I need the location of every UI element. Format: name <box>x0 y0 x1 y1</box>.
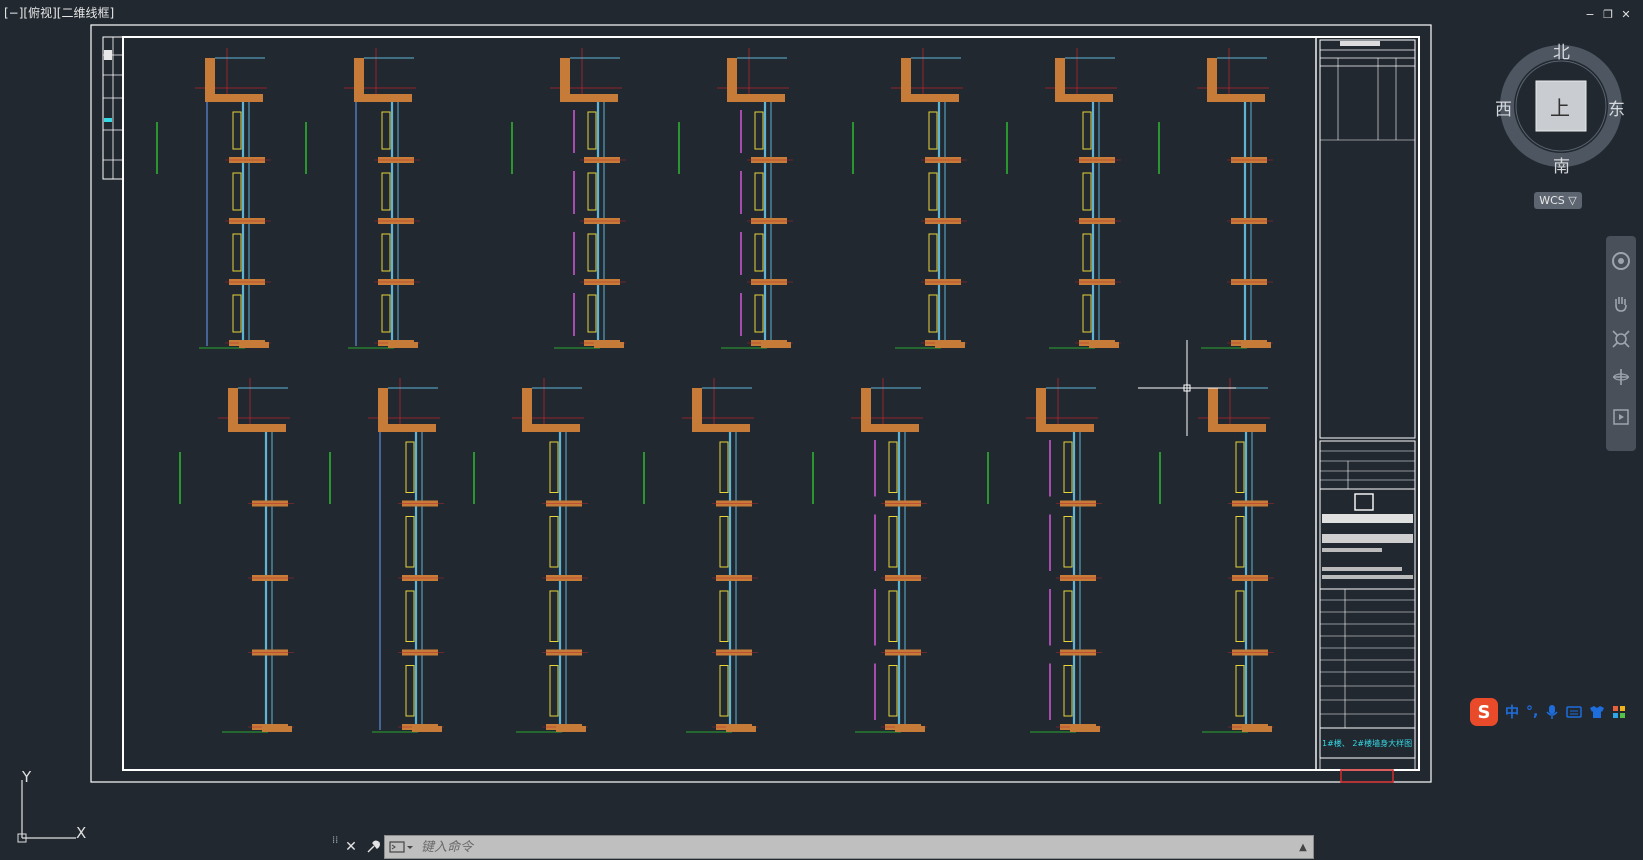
compass-west[interactable]: 西 <box>1495 95 1512 120</box>
crosshair-cursor <box>1138 340 1236 436</box>
sogou-logo-icon[interactable]: S <box>1470 698 1498 726</box>
detail-sections <box>156 48 1274 733</box>
navigation-bar <box>1606 236 1636 451</box>
ime-punctuation-toggle[interactable]: °, <box>1526 704 1538 720</box>
ucs-y-label: Y <box>22 768 32 786</box>
wcs-menu-button[interactable]: WCS ▽ <box>1534 192 1582 209</box>
microphone-icon[interactable] <box>1545 704 1559 720</box>
pan-hand-icon[interactable] <box>1610 292 1632 314</box>
ime-toolbar: S 中 °, <box>1470 696 1640 728</box>
customize-wrench-icon[interactable] <box>362 835 384 859</box>
selection-rectangle <box>1340 769 1394 783</box>
left-revision-strip <box>102 36 124 180</box>
command-history-toggle-icon[interactable]: ▲ <box>1293 837 1313 857</box>
command-line: ⁞⁞ ✕ ▲ <box>332 834 1314 860</box>
drawing-name: 1#楼、 2#楼墙身大样图 <box>1322 738 1412 748</box>
ucs-x-label: X <box>76 824 87 842</box>
compass-north[interactable]: 北 <box>1553 38 1570 63</box>
zoom-extents-icon[interactable] <box>1610 328 1632 350</box>
ime-mode-toggle[interactable]: 中 <box>1505 702 1519 722</box>
recent-commands-icon[interactable] <box>385 837 419 857</box>
toolbox-grid-icon[interactable] <box>1612 705 1626 719</box>
viewcube-face-top[interactable]: 上 <box>1550 92 1570 121</box>
showmotion-icon[interactable] <box>1610 406 1632 428</box>
drawing-canvas[interactable]: 1#楼、 2#楼墙身大样图 <box>0 0 1643 860</box>
compass-south[interactable]: 南 <box>1553 152 1570 177</box>
compass-east[interactable]: 东 <box>1608 95 1625 120</box>
command-input[interactable] <box>419 836 1293 858</box>
title-block: 1#楼、 2#楼墙身大样图 <box>1315 36 1420 771</box>
command-line-close-icon[interactable]: ✕ <box>340 835 362 859</box>
skin-shirt-icon[interactable] <box>1589 705 1605 719</box>
steering-wheel-icon[interactable] <box>1610 250 1632 272</box>
viewcube[interactable] <box>1497 38 1627 218</box>
keyboard-icon[interactable] <box>1566 705 1583 719</box>
command-input-box: ▲ <box>384 835 1314 859</box>
command-line-grip-icon[interactable]: ⁞⁞ <box>332 835 340 859</box>
orbit-icon[interactable] <box>1610 366 1632 388</box>
